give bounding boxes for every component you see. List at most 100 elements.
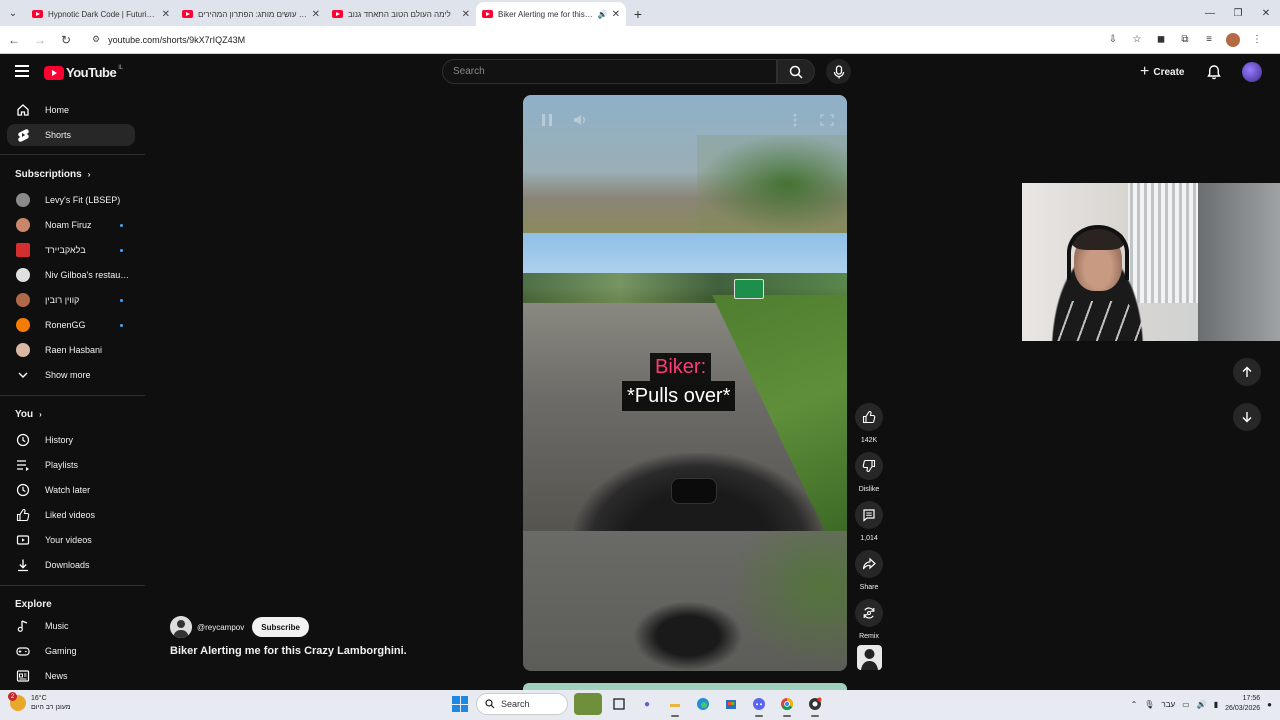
tray-microphone-icon[interactable]: 🎙 <box>1144 700 1154 709</box>
search-button[interactable] <box>777 59 815 84</box>
new-content-dot <box>120 324 123 327</box>
new-tab-button[interactable]: + <box>626 2 650 26</box>
sidebar-item-subscription[interactable]: Levy's Fit (LBSEP) <box>7 189 135 211</box>
you-heading[interactable]: You › <box>15 409 42 420</box>
battery-icon[interactable]: ▮ <box>1214 700 1218 709</box>
extensions-puzzle-icon[interactable]: ⧉ <box>1176 31 1194 49</box>
sidebar-item-shorts[interactable]: Shorts <box>7 124 135 146</box>
explore-heading: Explore <box>15 599 52 610</box>
account-avatar[interactable] <box>1242 62 1262 82</box>
sidebar-item-label: Downloads <box>45 560 90 570</box>
chrome-icon[interactable] <box>776 693 798 717</box>
create-button[interactable]: + Create <box>1140 62 1184 82</box>
tab-close-icon[interactable]: ✕ <box>462 9 470 20</box>
media-control-icon[interactable]: ≡ <box>1200 31 1218 49</box>
reload-icon[interactable]: ↻ <box>54 28 78 52</box>
teams-icon[interactable]: ● <box>636 693 658 715</box>
discord-icon[interactable] <box>748 693 770 717</box>
tab-search-button[interactable]: ⌄ <box>0 0 26 26</box>
comments-button[interactable] <box>855 501 883 529</box>
remix-label: Remix <box>859 633 879 640</box>
sidebar-item-your-videos[interactable]: Your videos <box>7 529 135 551</box>
task-view-icon[interactable] <box>608 693 630 715</box>
previous-short-button[interactable] <box>1233 358 1261 386</box>
voice-search-button[interactable] <box>826 59 851 84</box>
tab-close-icon[interactable]: ✕ <box>612 9 620 20</box>
channel-avatar[interactable] <box>170 616 192 638</box>
forward-arrow-icon[interactable]: → <box>28 28 52 52</box>
sidebar-item-watch-later[interactable]: Watch later <box>7 479 135 501</box>
channel-handle[interactable]: @reycampov <box>197 623 244 632</box>
back-arrow-icon[interactable]: ← <box>2 28 26 52</box>
taskbar-search[interactable]: Search <box>476 693 568 715</box>
subscribe-button[interactable]: Subscribe <box>252 617 309 637</box>
sidebar-item-gaming[interactable]: Gaming <box>7 640 135 662</box>
dislike-button[interactable] <box>855 452 883 480</box>
sidebar-item-downloads[interactable]: Downloads <box>7 554 135 576</box>
like-action: 142K <box>855 403 883 444</box>
sidebar-item-subscription[interactable]: Raen Hasbani <box>7 339 135 361</box>
extension-icon[interactable]: ◼ <box>1152 31 1170 49</box>
sidebar-item-playlists[interactable]: Playlists <box>7 454 135 476</box>
next-short-button[interactable] <box>1233 403 1261 431</box>
remix-button[interactable] <box>855 599 883 627</box>
menu-hamburger-icon[interactable] <box>15 65 29 77</box>
browser-tab-active[interactable]: Biker Alerting me for this Cr… 🔊 ✕ <box>476 2 626 26</box>
browser-tab[interactable]: עושים מותג: הפתרון המהירים … ✕ <box>176 2 326 26</box>
edge-browser-icon[interactable] <box>692 693 714 715</box>
tab-close-icon[interactable]: ✕ <box>312 9 320 20</box>
bookmark-star-icon[interactable]: ☆ <box>1128 31 1146 49</box>
sidebar-item-subscription[interactable]: RonenGG <box>7 314 135 336</box>
file-explorer-icon[interactable]: ▬ <box>664 693 686 717</box>
notification-icon[interactable]: ● <box>1267 700 1272 709</box>
store-icon[interactable] <box>720 693 742 715</box>
install-app-icon[interactable]: ⇩ <box>1104 31 1122 49</box>
windows-start-icon[interactable] <box>450 694 470 714</box>
clock[interactable]: 17:56 26/03/2026 <box>1225 694 1260 714</box>
pause-icon[interactable] <box>538 112 556 128</box>
share-button[interactable] <box>855 550 883 578</box>
minimize-icon[interactable]: — <box>1196 0 1224 26</box>
sidebar-item-history[interactable]: History <box>7 429 135 451</box>
more-options-icon[interactable] <box>786 112 804 128</box>
like-button[interactable] <box>855 403 883 431</box>
sidebar-item-liked-videos[interactable]: Liked videos <box>7 504 135 526</box>
sidebar-item-label: Noam Firuz <box>45 220 92 230</box>
sidebar-item-home[interactable]: Home <box>7 99 135 121</box>
widgets-icon[interactable] <box>574 693 602 715</box>
sound-thumbnail[interactable] <box>857 645 882 670</box>
tab-audio-icon[interactable]: 🔊 <box>598 10 608 19</box>
weather-desc: מעונן רב היום <box>31 704 71 711</box>
search-input[interactable]: Search <box>442 59 777 84</box>
browser-tab[interactable]: Hypnotic Dark Code | Futuristic ✕ <box>26 2 176 26</box>
sidebar-item-subscription[interactable]: Noam Firuz <box>7 214 135 236</box>
volume-icon[interactable] <box>572 112 590 128</box>
video-motorcycle-gauge <box>671 478 717 504</box>
tab-close-icon[interactable]: ✕ <box>162 9 170 20</box>
notifications-bell-icon[interactable] <box>1206 64 1222 80</box>
close-window-icon[interactable]: ✕ <box>1252 0 1280 26</box>
sidebar-item-music[interactable]: Music <box>7 615 135 637</box>
chrome-menu-icon[interactable]: ⋮ <box>1248 31 1266 49</box>
weather-widget[interactable]: 2 16°C מעונן רב היום <box>8 692 71 712</box>
youtube-logo[interactable]: YouTube IL <box>44 65 123 80</box>
short-title[interactable]: Biker Alerting me for this Crazy Lamborg… <box>170 645 407 657</box>
sidebar-item-subscription[interactable]: בלאקביירד <box>7 239 135 261</box>
fullscreen-icon[interactable] <box>818 112 836 128</box>
subscriptions-heading[interactable]: Subscriptions › <box>15 169 90 180</box>
network-icon[interactable]: ▭ <box>1182 700 1190 709</box>
profile-avatar-icon[interactable] <box>1224 31 1242 49</box>
sidebar-item-label: Gaming <box>45 646 77 656</box>
sidebar-item-subscription[interactable]: קווין רובין <box>7 289 135 311</box>
sidebar-item-subscription[interactable]: Niv Gilboa's restaur… <box>7 264 135 286</box>
address-bar[interactable]: ⚙ youtube.com/shorts/9kX7rIQZ43M <box>84 29 1094 51</box>
sidebar-item-news[interactable]: News <box>7 665 135 687</box>
tray-overflow-chevron-icon[interactable]: ⌃ <box>1131 700 1138 709</box>
show-more-button[interactable]: Show more <box>7 364 135 386</box>
site-info-icon[interactable]: ⚙ <box>92 34 100 45</box>
recording-app-icon[interactable] <box>804 693 826 717</box>
keyboard-language[interactable]: עבר <box>1161 700 1175 709</box>
browser-tab[interactable]: לימה העולם הטוב התאחד גנוב ✕ <box>326 2 476 26</box>
volume-tray-icon[interactable]: 🔊 <box>1197 700 1207 709</box>
maximize-icon[interactable]: ❐ <box>1224 0 1252 26</box>
